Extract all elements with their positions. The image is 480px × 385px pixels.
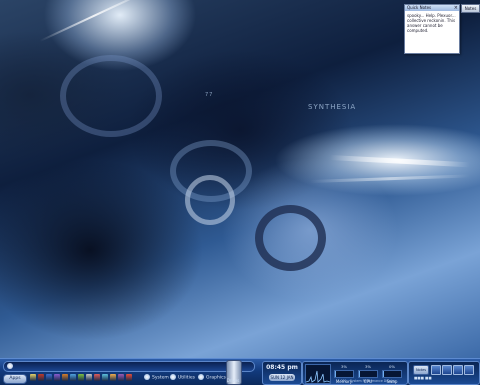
- tray-status: ■■■ ■■: [414, 376, 432, 380]
- quicklaunch-app-icon[interactable]: [86, 374, 92, 381]
- group-system[interactable]: System: [144, 374, 169, 382]
- cpu-history-graph: [305, 364, 331, 384]
- cpu-history-line: [306, 370, 330, 383]
- quicklaunch-app-icon[interactable]: [102, 374, 108, 381]
- notes-button[interactable]: Notes: [461, 4, 480, 13]
- quicklaunch-app-icon[interactable]: [126, 374, 132, 381]
- quicklaunch-app-icon[interactable]: [46, 374, 52, 381]
- graphics-icon: [198, 374, 204, 380]
- close-icon[interactable]: ×: [454, 5, 458, 11]
- launcher-knob-icon[interactable]: [7, 363, 13, 369]
- quicklaunch-app-icon[interactable]: [38, 374, 44, 381]
- quicklaunch-app-icon[interactable]: [94, 374, 100, 381]
- meter-bar: [334, 370, 354, 378]
- meter-fill: [383, 371, 384, 377]
- date-button[interactable]: SUN 12 JAN: [269, 374, 295, 381]
- meter-percent: 3%: [364, 364, 372, 369]
- sticky-note-title: Quick Notes: [407, 5, 432, 10]
- meter-percent: 3%: [340, 364, 348, 369]
- desktop-1-icon[interactable]: [431, 365, 441, 375]
- performance-panel: 3% Memory 3% CPU 0% Swap 001 - System Pe…: [302, 361, 408, 385]
- quicklaunch-app-icon[interactable]: [30, 374, 36, 381]
- quicklaunch-app-icon[interactable]: [78, 374, 84, 381]
- wallpaper-ring: [60, 55, 162, 137]
- desktop-4-icon[interactable]: [464, 365, 474, 375]
- wallpaper-light-streak: [309, 174, 470, 183]
- clock-widget: 08:45 pm SUN 12 JAN: [262, 361, 302, 385]
- quicklaunch-app-icon[interactable]: [54, 374, 60, 381]
- performance-caption: 001 - System Performance Display: [340, 379, 396, 383]
- sticky-note-text[interactable]: spooky... Help. Plexuor... collective re…: [405, 11, 459, 35]
- desktop-2-icon[interactable]: [442, 365, 452, 375]
- group-utilities[interactable]: Utilities: [170, 374, 195, 382]
- meter-bar: [358, 370, 378, 378]
- wallpaper-ring: [185, 175, 235, 225]
- sticky-note-window[interactable]: Quick Notes × spooky... Help. Plexuor...…: [404, 4, 460, 54]
- tray-notes-button[interactable]: Notes: [413, 365, 429, 375]
- wallpaper-synthesia-text: SYNTHESIA: [308, 103, 357, 111]
- wallpaper-ring: [255, 205, 326, 271]
- group-label: System: [152, 375, 169, 381]
- meter-fill: [359, 371, 360, 377]
- wallpaper-light-streak: [329, 155, 470, 168]
- cpu-history-chart: [306, 370, 330, 383]
- wallpaper-light-streak: [39, 0, 150, 42]
- drive-label: Drives: [226, 378, 240, 383]
- taskbar: Apps System Utilities Graphics Drives 08…: [0, 358, 480, 385]
- meter-bar: [382, 370, 402, 378]
- wallpaper-number-text: 77: [205, 92, 214, 98]
- system-tray: Notes ■■■ ■■: [408, 361, 480, 385]
- desktop-3-icon[interactable]: [453, 365, 463, 375]
- clock-time: 08:45 pm: [266, 364, 298, 371]
- group-label: Utilities: [178, 375, 195, 381]
- launcher-bar[interactable]: [3, 361, 255, 372]
- meter-fill: [335, 371, 336, 377]
- meter-percent: 0%: [388, 364, 396, 369]
- quicklaunch-app-icon[interactable]: [62, 374, 68, 381]
- quicklaunch-app-icon[interactable]: [118, 374, 124, 381]
- quicklaunch-app-icon[interactable]: [110, 374, 116, 381]
- apps-button[interactable]: Apps: [3, 374, 27, 384]
- quicklaunch-app-icon[interactable]: [70, 374, 76, 381]
- system-icon: [144, 374, 150, 380]
- utilities-icon: [170, 374, 176, 380]
